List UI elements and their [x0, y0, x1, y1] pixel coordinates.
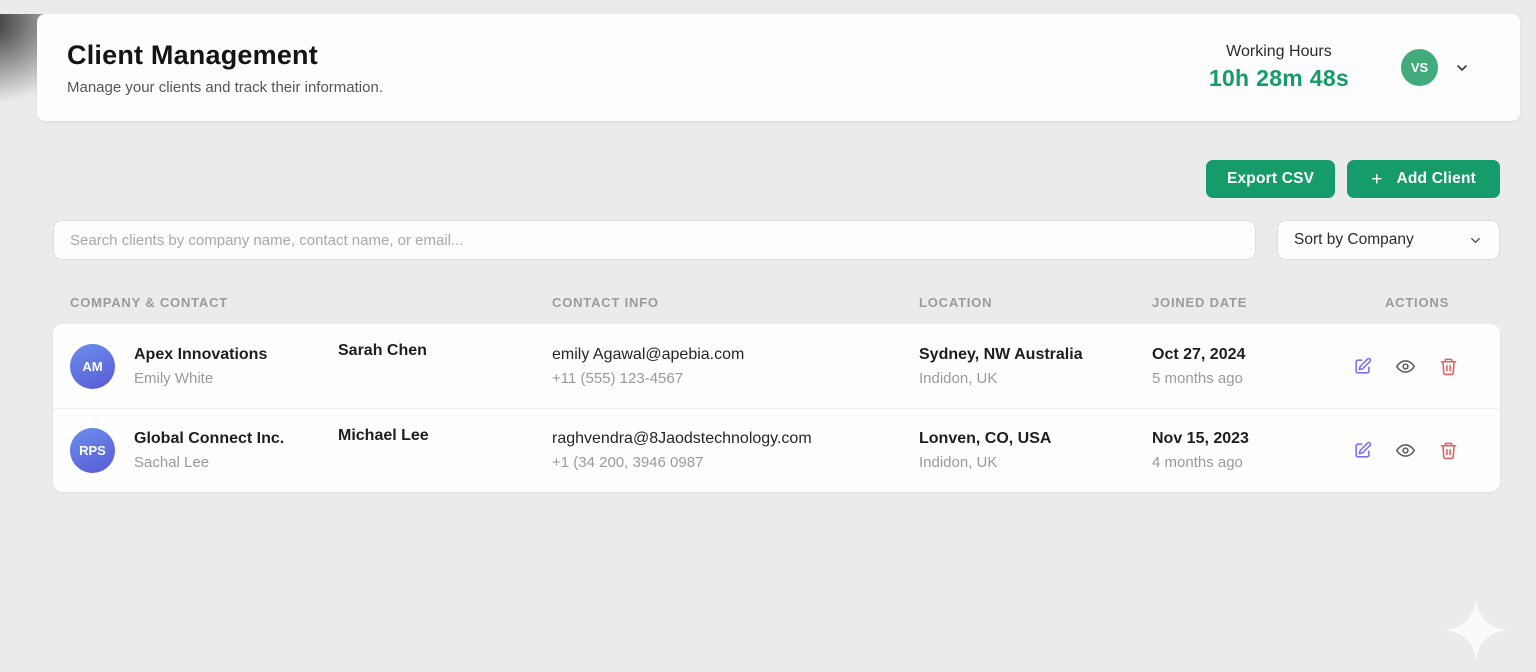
client-avatar: RPS — [70, 428, 115, 473]
header-title-block: Client Management Manage your clients an… — [67, 40, 383, 96]
table-row: AM Apex Innovations Emily White Sarah Ch… — [53, 324, 1500, 408]
joined-date-cell: Nov 15, 2023 4 months ago — [1152, 430, 1351, 471]
column-header-company: Company & Contact — [70, 295, 552, 310]
pencil-square-icon — [1353, 357, 1372, 376]
toolbar: Export CSV + Add Client — [53, 160, 1500, 198]
company-subname: Emily White — [134, 370, 338, 387]
joined-date: Oct 27, 2024 — [1152, 346, 1351, 364]
search-input[interactable] — [53, 220, 1256, 260]
working-hours-value: 10h 28m 48s — [1209, 65, 1349, 92]
sort-dropdown[interactable]: Sort by Company — [1277, 220, 1500, 260]
actions-cell — [1351, 441, 1483, 460]
working-hours: Working Hours 10h 28m 48s — [1209, 43, 1349, 92]
location-cell: Lonven, CO, USA Indidon, UK — [919, 430, 1152, 471]
contact-name: Sarah Chen — [338, 342, 552, 360]
table-body: AM Apex Innovations Emily White Sarah Ch… — [53, 324, 1500, 492]
eye-icon — [1396, 441, 1415, 460]
page-subtitle: Manage your clients and track their info… — [67, 79, 383, 96]
location-main: Sydney, NW Australia — [919, 346, 1152, 364]
user-avatar[interactable]: VS — [1401, 49, 1438, 86]
contact-phone: +11 (555) 123-4567 — [552, 370, 919, 387]
joined-date-cell: Oct 27, 2024 5 months ago — [1152, 346, 1351, 387]
view-button[interactable] — [1396, 441, 1415, 460]
edit-button[interactable] — [1353, 441, 1372, 460]
table-row: RPS Global Connect Inc. Sachal Lee Micha… — [53, 408, 1500, 492]
contact-info-cell: raghvendra@8Jaodstechnology.com +1 (34 2… — [552, 430, 919, 471]
export-csv-button[interactable]: Export CSV — [1206, 160, 1335, 198]
header: Client Management Manage your clients an… — [37, 14, 1520, 121]
trash-icon — [1439, 441, 1458, 460]
client-avatar: AM — [70, 344, 115, 389]
location-sub: Indidon, UK — [919, 370, 1152, 387]
column-header-location: Location — [919, 295, 1152, 310]
main-content: Export CSV + Add Client Sort by Company … — [53, 160, 1500, 492]
location-cell: Sydney, NW Australia Indidon, UK — [919, 346, 1152, 387]
sort-value: Sort by Company — [1294, 231, 1414, 249]
joined-relative: 4 months ago — [1152, 454, 1351, 471]
company-name: Apex Innovations — [134, 346, 338, 364]
actions-cell — [1351, 357, 1483, 376]
header-right: Working Hours 10h 28m 48s VS — [1209, 43, 1470, 92]
edit-button[interactable] — [1353, 357, 1372, 376]
filter-row: Sort by Company — [53, 220, 1500, 260]
delete-button[interactable] — [1439, 441, 1458, 460]
sparkle-icon — [1444, 598, 1508, 662]
column-header-actions: Actions — [1351, 295, 1483, 310]
company-subname: Sachal Lee — [134, 454, 338, 471]
joined-date: Nov 15, 2023 — [1152, 430, 1351, 448]
contact-name: Michael Lee — [338, 427, 552, 445]
table-header-row: Company & Contact Contact Info Location … — [53, 283, 1500, 324]
clients-table: Company & Contact Contact Info Location … — [53, 283, 1500, 492]
company-cell: Apex Innovations Emily White — [134, 346, 338, 387]
eye-icon — [1396, 357, 1415, 376]
view-button[interactable] — [1396, 357, 1415, 376]
add-client-button[interactable]: + Add Client — [1347, 160, 1500, 198]
location-sub: Indidon, UK — [919, 454, 1152, 471]
delete-button[interactable] — [1439, 357, 1458, 376]
working-hours-label: Working Hours — [1209, 43, 1349, 61]
chevron-down-icon[interactable] — [1454, 60, 1470, 76]
plus-icon: + — [1371, 170, 1382, 189]
joined-relative: 5 months ago — [1152, 370, 1351, 387]
page-title: Client Management — [67, 40, 383, 71]
contact-info-cell: emily Agawal@apebia.com +11 (555) 123-45… — [552, 346, 919, 387]
contact-email: raghvendra@8Jaodstechnology.com — [552, 430, 919, 448]
add-client-label: Add Client — [1397, 170, 1477, 188]
column-header-contact-info: Contact Info — [552, 295, 919, 310]
column-header-joined-date: Joined Date — [1152, 295, 1351, 310]
company-name: Global Connect Inc. — [134, 430, 338, 448]
trash-icon — [1439, 357, 1458, 376]
chevron-down-icon — [1468, 233, 1483, 248]
company-cell: Global Connect Inc. Sachal Lee — [134, 430, 338, 471]
pencil-square-icon — [1353, 441, 1372, 460]
location-main: Lonven, CO, USA — [919, 430, 1152, 448]
contact-email: emily Agawal@apebia.com — [552, 346, 919, 364]
contact-phone: +1 (34 200, 3946 0987 — [552, 454, 919, 471]
